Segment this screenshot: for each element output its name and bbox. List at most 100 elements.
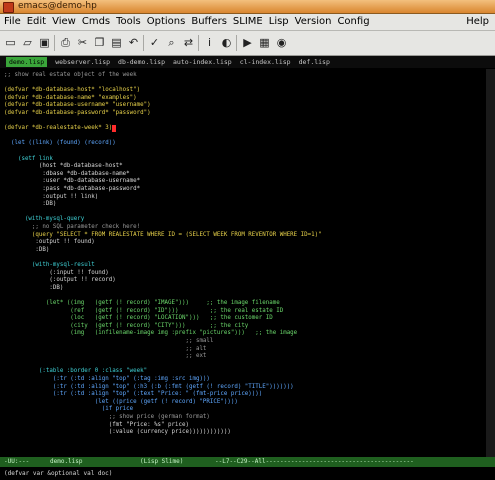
menu-view[interactable]: View — [52, 16, 76, 27]
code-line: (setf link — [4, 156, 53, 163]
spell-icon[interactable]: ✓ — [147, 35, 162, 50]
code-line: ;; show price (german format) — [4, 414, 210, 421]
code-text: :dbase *db-database-name* — [4, 170, 130, 177]
code-line: (city (getf (! record) "CITY"))) ;; the … — [4, 323, 248, 330]
tab-auto-index-lisp[interactable]: auto-index.lisp — [173, 57, 232, 67]
tab-cl-index-lisp[interactable]: cl-index.lisp — [240, 57, 291, 67]
shell-icon[interactable]: ▦ — [257, 35, 272, 50]
minibuffer-text: (defvar var &optional val doc) — [4, 470, 113, 477]
tab-bar: demo.lisp webserver.lisp db-demo.lisp auto-… — [0, 56, 495, 68]
editor-buffer[interactable]: ;; show real estate object of the week (d… — [0, 69, 495, 457]
toolbar-separator — [198, 35, 199, 51]
cut-icon[interactable]: ✂ — [75, 35, 90, 50]
code-text: (:tr (:td :align "top" (:text "Price: " … — [4, 391, 263, 398]
code-text: (defvar *db-realestate-week* 3) — [4, 125, 113, 132]
code-text: (loc (getf (! record) "LOCATION"))) ;; t… — [4, 315, 273, 322]
code-line: (fmt "Price: %s" price) — [4, 422, 189, 429]
code-line: (let ((link) (found) (record)) — [4, 140, 116, 147]
code-text: (host *db-database-host* — [4, 163, 123, 170]
compile-icon[interactable]: ▶ — [240, 35, 255, 50]
modeline-mode: (Lisp Slime) — [140, 458, 184, 465]
toolbar-separator — [236, 35, 237, 51]
print-icon[interactable]: ⎙ — [58, 35, 73, 50]
code-text: (let ((link) (found) (record)) — [4, 140, 116, 147]
minibuffer[interactable]: (defvar var &optional val doc) — [0, 468, 495, 480]
code-text: :output !! found) — [4, 239, 95, 246]
menu-buffers[interactable]: Buffers — [191, 16, 227, 27]
close-icon[interactable] — [3, 2, 14, 13]
tab-db-demo-lisp[interactable]: db-demo.lisp — [118, 57, 165, 67]
code-line: ;; ext — [4, 353, 206, 360]
code-text: :output !! link) — [4, 193, 99, 200]
code-line: (:output !! record) — [4, 277, 115, 284]
search-icon[interactable]: ⌕ — [164, 35, 179, 50]
code-text: (:value (currency price)))))))))))) — [4, 429, 231, 436]
modeline-position: --L7--C29--All--------------------------… — [215, 458, 414, 465]
mode-line: -UU:--- demo.lisp (Lisp Slime) --L7--C29… — [0, 457, 495, 467]
undo-icon[interactable]: ↶ — [126, 35, 141, 50]
code-line: (if price — [4, 406, 133, 413]
vertical-scrollbar[interactable] — [486, 69, 495, 457]
open-file-icon[interactable]: ▱ — [20, 35, 35, 50]
code-text: :DB) — [4, 284, 64, 291]
code-text: (if price — [4, 406, 134, 413]
menu-cmds[interactable]: Cmds — [82, 16, 110, 27]
new-file-icon[interactable]: ▭ — [3, 35, 18, 50]
code-text: :DB) — [4, 246, 50, 253]
code-line: (with-mysql-result — [4, 262, 95, 269]
code-text: (defvar *db-database-name* "examples") — [4, 94, 137, 101]
modeline-buffer: demo.lisp — [50, 458, 83, 465]
code-text: (defvar *db-database-username* "username… — [4, 102, 151, 109]
code-line: (:value (currency price)))))))))))) — [4, 429, 231, 436]
code-line: :DB) — [4, 247, 49, 254]
code-line: (defvar *db-database-username* "username… — [4, 102, 151, 109]
code-text: (with-mysql-result — [4, 262, 95, 268]
stop-icon[interactable]: ◉ — [274, 35, 289, 50]
code-line: (:tr (:td :align "top" (:text "Price: " … — [4, 391, 262, 398]
code-text: (let* ((img (getf (! record) "IMAGE"))) … — [4, 300, 280, 306]
save-icon[interactable]: ▣ — [37, 35, 52, 50]
menu-bar: File Edit View Cmds Tools Options Buffers SLIME… — [0, 14, 495, 31]
code-text: (img (infilename-image img :prefix "pict… — [4, 330, 298, 337]
menu-config[interactable]: Config — [337, 16, 369, 27]
text-cursor — [112, 125, 117, 133]
paste-icon[interactable]: ▤ — [109, 35, 124, 50]
code-line: (defvar *db-database-password* "password… — [4, 110, 151, 117]
tab-demo-lisp[interactable]: demo.lisp — [6, 57, 48, 67]
code-text: ;; show price (german format) — [4, 414, 210, 420]
tab-webserver-lisp[interactable]: webserver.lisp — [55, 57, 110, 67]
tab-def-lisp[interactable]: def.lisp — [299, 57, 330, 67]
code-line: (img (infilename-image img :prefix "pict… — [4, 330, 297, 337]
code-text: ;; ext — [4, 353, 207, 360]
code-line: (:tr (:td :align "top" (:tag :img :src i… — [4, 376, 210, 383]
menu-version[interactable]: Version — [295, 16, 332, 27]
menu-options[interactable]: Options — [147, 16, 186, 27]
code-line: ;; show real estate object of the week — [4, 72, 137, 79]
menu-tools[interactable]: Tools — [116, 16, 141, 27]
menu-help[interactable]: Help — [466, 16, 489, 27]
code-line: (:tr (:td :align "top" (:h3 (:b (:fmt (g… — [4, 384, 294, 391]
code-text: (setf link — [4, 155, 53, 162]
code-text: :DB) — [4, 201, 57, 208]
code-text: ;; show real estate object of the week — [4, 72, 137, 78]
info-icon[interactable]: i — [202, 35, 217, 50]
copy-icon[interactable]: ❐ — [92, 35, 107, 50]
code-line: :output !! found) — [4, 239, 95, 246]
code-line: (:input !! found) — [4, 270, 108, 277]
menu-file[interactable]: File — [4, 16, 21, 27]
menu-edit[interactable]: Edit — [27, 16, 46, 27]
replace-icon[interactable]: ⇄ — [181, 35, 196, 50]
title-bar[interactable]: emacs@demo-hp — [0, 0, 495, 14]
code-text: (defvar *db-database-host* "localhost") — [4, 87, 141, 94]
menu-lisp[interactable]: Lisp — [269, 16, 289, 27]
code-line: (query "SELECT * FROM REALESTATE WHERE I… — [4, 232, 322, 239]
code-line: (defvar *db-realestate-week* 3) — [4, 125, 117, 133]
code-line: (ref (getf (! record) "ID"))) ;; the rea… — [4, 308, 283, 315]
code-text: (fmt "Price: %s" price) — [4, 421, 189, 428]
code-text: (:table :border 0 :class "week" — [4, 368, 148, 375]
modeline-status: -UU:--- — [4, 458, 30, 465]
menu-slime[interactable]: SLIME — [233, 16, 263, 27]
debug-icon[interactable]: ◐ — [219, 35, 234, 50]
code-text: (defvar *db-database-password* "password… — [4, 110, 151, 116]
code-text: ;; no SQL parameter check here! — [4, 224, 141, 230]
